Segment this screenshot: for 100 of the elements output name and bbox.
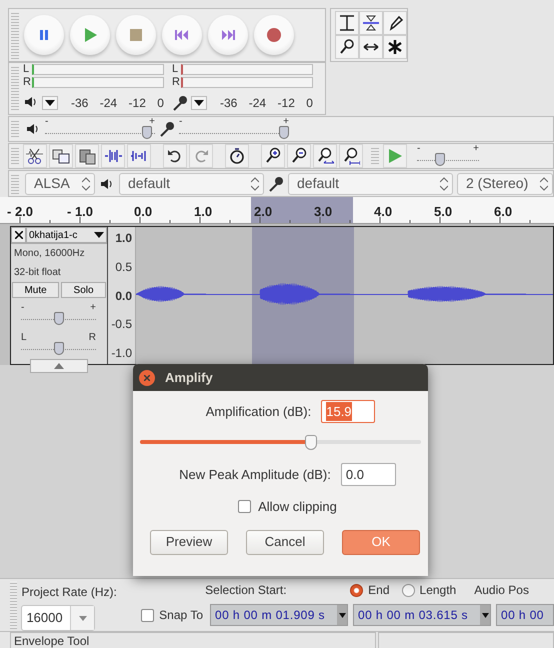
- record-icon: [265, 26, 283, 44]
- time-shift-tool[interactable]: [359, 35, 383, 59]
- slider-thumb[interactable]: [279, 126, 289, 139]
- audio-host-select[interactable]: ALSA: [25, 172, 95, 194]
- undo-button[interactable]: [163, 144, 187, 168]
- trim-audio-icon: [104, 147, 122, 165]
- skip-to-end-button[interactable]: [208, 15, 248, 55]
- play-icon: [386, 147, 404, 165]
- amplitude-label: 0.5: [115, 258, 132, 276]
- caret-icon: [482, 612, 488, 618]
- meter-scale-label: -12: [278, 95, 295, 112]
- playback-device-select[interactable]: default: [119, 172, 264, 194]
- audio-position-field[interactable]: 00 h 00: [496, 604, 554, 626]
- dialog-button[interactable]: Cancel: [246, 530, 324, 554]
- meter-scale-label: -12: [128, 95, 146, 112]
- project-rate-label: Project Rate (Hz):: [21, 584, 118, 601]
- recording-device-select[interactable]: default: [288, 172, 453, 194]
- paste-icon: [78, 147, 96, 165]
- meter-scale-label: -24: [248, 95, 266, 112]
- slider-max-label: +: [90, 304, 96, 312]
- envelope-tool[interactable]: [359, 11, 383, 35]
- end-radio[interactable]: [350, 584, 364, 596]
- toolbar-grip[interactable]: [11, 65, 19, 112]
- playback-speed-slider[interactable]: [417, 153, 479, 167]
- stop-button[interactable]: [116, 15, 156, 55]
- slider-thumb[interactable]: [435, 153, 446, 166]
- slider-thumb[interactable]: [54, 342, 64, 355]
- silence-button[interactable]: [127, 144, 151, 168]
- multi-tool-tool[interactable]: [383, 35, 407, 59]
- slider-thumb[interactable]: [142, 126, 152, 139]
- pause-button[interactable]: [24, 15, 64, 55]
- mute-button[interactable]: Mute: [12, 282, 60, 298]
- toolbar-grip[interactable]: [11, 11, 19, 59]
- zoom-in-button[interactable]: [261, 144, 285, 168]
- trim-button[interactable]: [101, 144, 125, 168]
- dialog-button[interactable]: Preview: [150, 530, 228, 554]
- slider-max-label: +: [283, 118, 289, 126]
- cut-button[interactable]: [23, 144, 47, 168]
- caret-icon: [338, 612, 346, 618]
- track-menu-button[interactable]: 0khatija1-c: [26, 227, 107, 243]
- zoom-icon: [338, 38, 356, 56]
- fit-project-button[interactable]: [339, 144, 363, 168]
- amplitude-label: 1.0: [115, 230, 132, 247]
- slider-min-label: -: [21, 304, 24, 312]
- playback-volume-slider[interactable]: [45, 126, 155, 140]
- channels-select[interactable]: 2 (Stereo): [457, 172, 553, 194]
- slider-max-label: +: [149, 118, 155, 126]
- project-rate-select[interactable]: 16000: [21, 605, 96, 631]
- zoom-fit-icon: [342, 147, 360, 165]
- radio-label: End: [368, 582, 390, 599]
- caret-icon: [45, 100, 55, 106]
- snap-to-checkbox[interactable]: [141, 608, 154, 622]
- length-radio[interactable]: [402, 584, 415, 596]
- meter-menu-button[interactable]: [191, 96, 207, 110]
- solo-button[interactable]: Solo: [61, 282, 106, 298]
- toolbar-grip[interactable]: [11, 173, 19, 194]
- pan-slider[interactable]: [21, 342, 96, 356]
- toolbar-grip[interactable]: [10, 581, 18, 629]
- track-info-text: 32-bit float: [14, 267, 61, 278]
- pencil-tool[interactable]: [383, 11, 407, 35]
- fit-selection-button[interactable]: [313, 144, 337, 168]
- slider-thumb[interactable]: [305, 435, 318, 450]
- cursor-tool[interactable]: [335, 11, 359, 35]
- triangle-up-icon: [54, 363, 64, 369]
- meter-menu-button[interactable]: [42, 96, 58, 110]
- skip-to-start-button[interactable]: [162, 15, 202, 55]
- record-button[interactable]: [254, 15, 294, 55]
- selection-end-field[interactable]: 00 h 00 m 03.615 s: [353, 604, 491, 626]
- microphone-icon: [268, 176, 284, 192]
- radio-label: Length: [420, 582, 456, 599]
- paste-button[interactable]: [75, 144, 99, 168]
- channel-label: L: [23, 64, 30, 75]
- gain-slider[interactable]: [21, 312, 96, 326]
- collapse-button[interactable]: [30, 359, 88, 373]
- toolbar-grip[interactable]: [11, 146, 19, 166]
- close-track-button[interactable]: [11, 227, 26, 243]
- close-button[interactable]: [139, 370, 155, 386]
- play-button[interactable]: [70, 15, 110, 55]
- zoom-out-button[interactable]: [287, 144, 311, 168]
- peak-amplitude-label: New Peak Amplitude (dB):: [179, 466, 331, 484]
- scissors-icon: [26, 147, 44, 165]
- peak-amplitude-field[interactable]: 0.0: [340, 463, 396, 486]
- caret-icon: [194, 100, 204, 106]
- amplification-slider[interactable]: [140, 435, 421, 449]
- spin-icon: [82, 176, 90, 190]
- toolbar-grip[interactable]: [11, 119, 19, 139]
- allow-clipping-checkbox[interactable]: [238, 500, 252, 514]
- zoom-in-icon: [264, 147, 282, 165]
- ruler-label: 5.0: [434, 203, 452, 221]
- zoom-tool[interactable]: [335, 35, 359, 59]
- amplitude-label: 0.0: [115, 288, 132, 304]
- timer-record-button[interactable]: [225, 144, 249, 168]
- stopwatch-icon: [228, 147, 246, 165]
- recording-volume-slider[interactable]: [179, 126, 289, 140]
- spin-icon: [251, 176, 259, 190]
- copy-button[interactable]: [49, 144, 73, 168]
- ruler-label: 1.0: [194, 203, 212, 221]
- selection-start-field[interactable]: 00 h 00 m 01.909 s: [210, 604, 348, 626]
- slider-thumb[interactable]: [54, 312, 64, 325]
- play-at-speed-button[interactable]: [383, 144, 407, 168]
